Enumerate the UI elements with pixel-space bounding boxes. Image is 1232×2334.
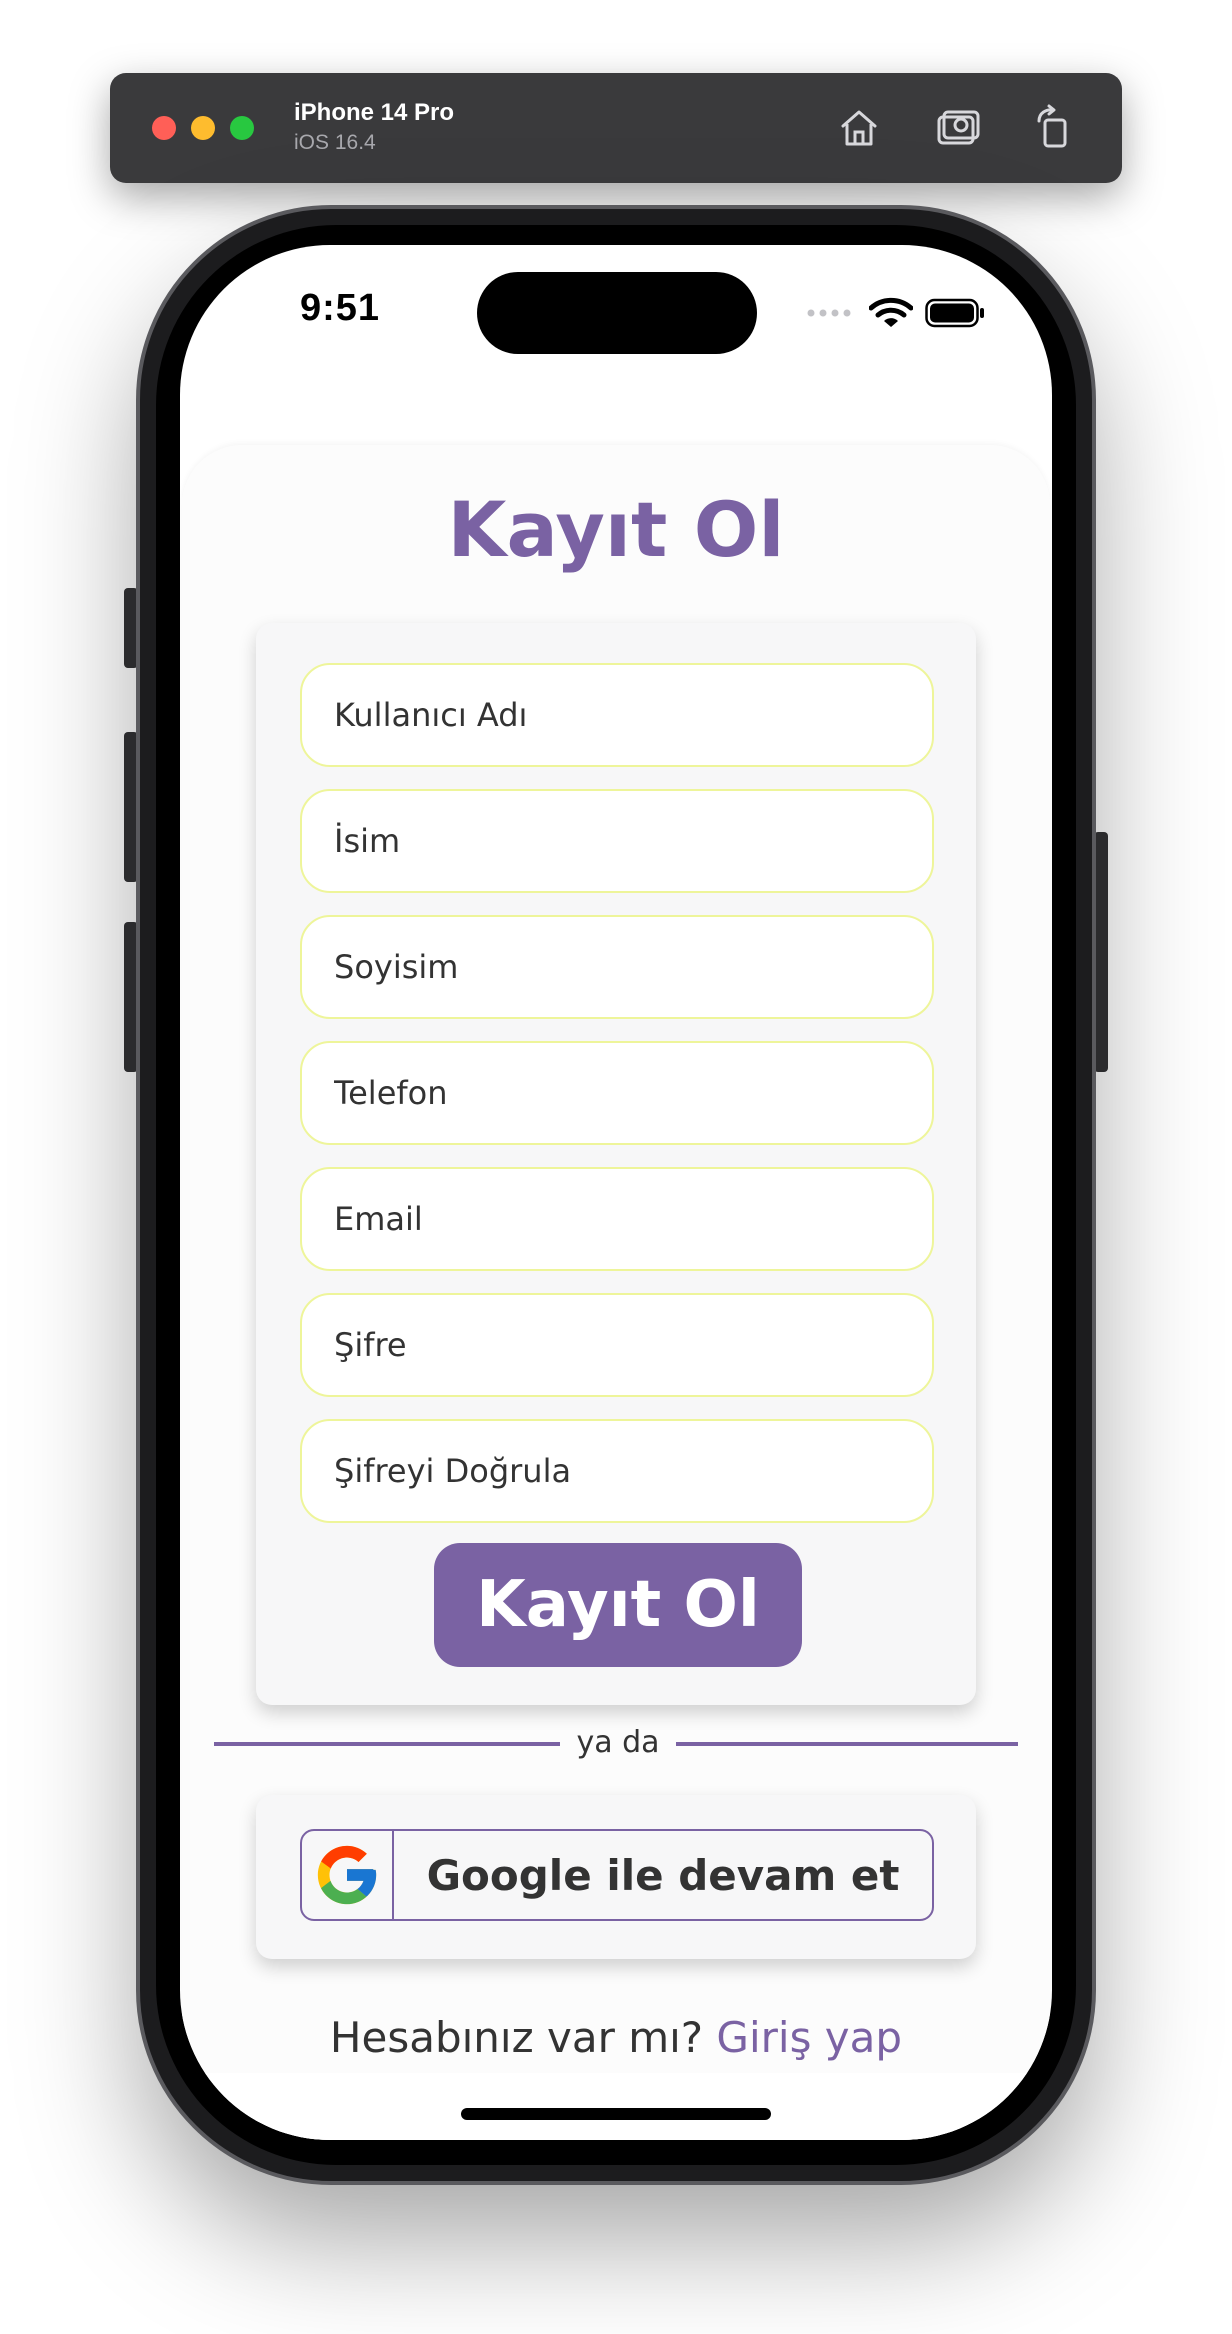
login-prompt: Hesabınız var mı? Giriş yap [180,2013,1052,2062]
google-icon [317,1845,377,1905]
power-button [1094,832,1108,1072]
rotate-icon [1037,104,1067,148]
last-name-input[interactable] [302,917,932,1017]
home-button[interactable] [834,103,884,153]
registration-form: Kayıt Ol [256,623,976,1705]
device-name: iPhone 14 Pro [294,99,455,126]
register-button[interactable]: Kayıt Ol [434,1543,802,1667]
google-signin-label: Google ile devam et [426,1850,900,1900]
divider-label: ya da [576,1725,660,1760]
screenshot-button[interactable] [933,103,983,153]
username-field[interactable] [300,663,934,767]
status-time: 9:51 [300,287,381,329]
zoom-window-button[interactable] [230,116,254,140]
first-name-input[interactable] [302,791,932,891]
phone-field[interactable] [300,1041,934,1145]
confirm-password-field[interactable] [300,1419,934,1523]
os-version: iOS 16.4 [294,131,376,154]
email-field[interactable] [300,1167,934,1271]
rotate-button[interactable] [1028,103,1078,153]
wifi-icon [869,297,913,327]
divider-line-right [676,1742,1018,1746]
screenshot-icon [937,110,980,145]
login-question: Hesabınız var mı? [329,2013,704,2062]
login-link[interactable]: Giriş yap [716,2013,902,2062]
signal-icon [807,309,851,317]
username-input[interactable] [302,665,932,765]
minimize-window-button[interactable] [191,116,215,140]
google-icon-box [302,1831,394,1919]
home-icon [841,110,877,146]
dynamic-island [477,272,757,354]
simulator-toolbar: iPhone 14 Pro iOS 16.4 [110,73,1122,183]
google-signin-button[interactable]: Google ile devam et [300,1829,934,1921]
phone-screen: 9:51 Kayıt Ol Kullanıcı Adı İsim Soyisim… [180,245,1052,2140]
last-name-field[interactable] [300,915,934,1019]
confirm-password-input[interactable] [302,1421,932,1521]
home-indicator[interactable] [461,2108,771,2120]
password-field[interactable] [300,1293,934,1397]
social-login-card: Google ile devam et [256,1795,976,1959]
password-input[interactable] [302,1295,932,1395]
status-icons [805,293,985,333]
battery-icon [925,298,984,328]
divider-line-left [214,1742,560,1746]
phone-input[interactable] [302,1043,932,1143]
email-input[interactable] [302,1169,932,1269]
first-name-field[interactable] [300,789,934,893]
bottom-area [180,2073,1052,2140]
page-title: Kayıt Ol [447,485,785,574]
close-window-button[interactable] [152,116,176,140]
